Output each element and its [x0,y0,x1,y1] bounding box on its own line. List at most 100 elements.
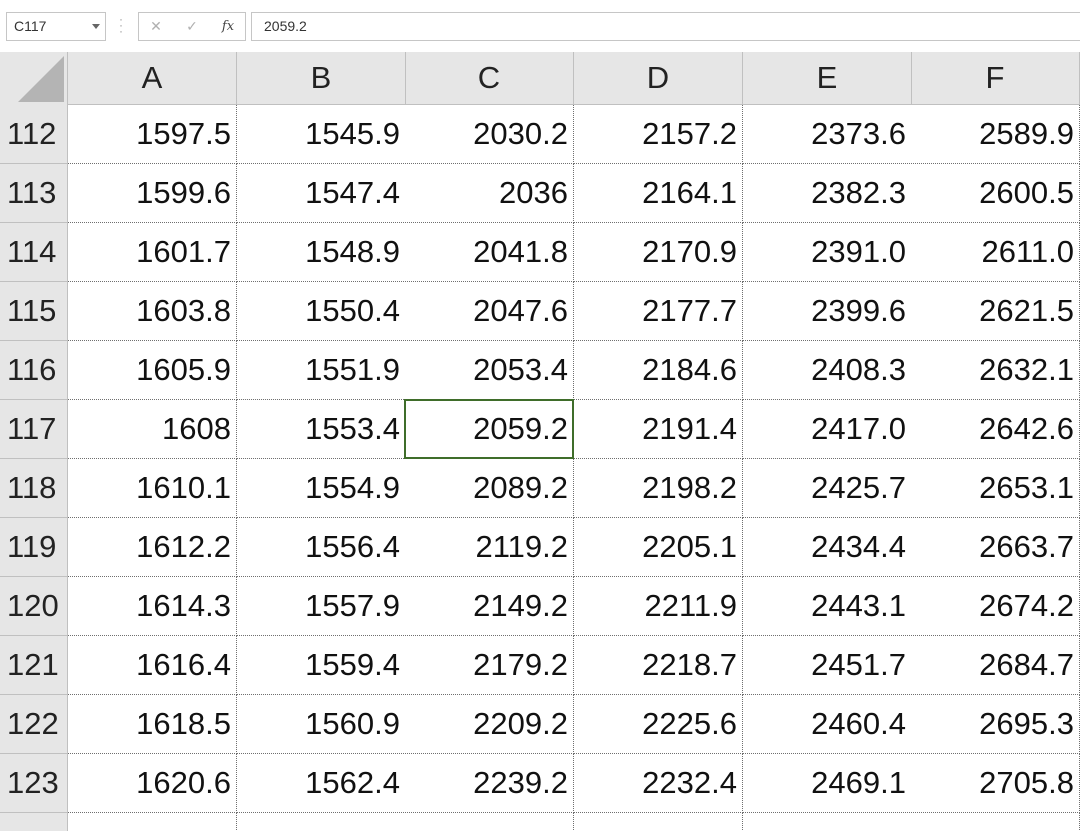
cell-c113[interactable]: 2036 [405,164,574,223]
cell-b113[interactable]: 1547.4 [237,164,406,223]
cell-f123[interactable]: 2705.8 [911,754,1080,813]
cell-e121[interactable]: 2451.7 [743,636,912,695]
close-icon[interactable]: ✕ [139,13,173,40]
cell-b116[interactable]: 1551.9 [237,341,406,400]
cell-c114[interactable]: 2041.8 [405,223,574,282]
cell-d113[interactable]: 2164.1 [574,164,743,223]
cell-b123[interactable]: 1562.4 [237,754,406,813]
cell-c116[interactable]: 2053.4 [405,341,574,400]
cell-e113[interactable]: 2382.3 [743,164,912,223]
cell-d114[interactable]: 2170.9 [574,223,743,282]
cell-a120[interactable]: 1614.3 [68,577,237,636]
cell-e117[interactable]: 2417.0 [743,400,912,459]
row-header-116[interactable]: 116 [0,341,68,400]
cell-d123[interactable]: 2232.4 [574,754,743,813]
row-header-partial[interactable] [0,813,68,831]
cell-f114[interactable]: 2611.0 [911,223,1080,282]
row-header-114[interactable]: 114 [0,223,68,282]
cell-e112[interactable]: 2373.6 [743,105,912,164]
cell-d116[interactable]: 2184.6 [574,341,743,400]
cell-e115[interactable]: 2399.6 [743,282,912,341]
column-header-b[interactable]: B [237,52,406,104]
cell-f119[interactable]: 2663.7 [911,518,1080,577]
cell-a123[interactable]: 1620.6 [68,754,237,813]
cell-c112[interactable]: 2030.2 [405,105,574,164]
cell-c123[interactable]: 2239.2 [405,754,574,813]
check-icon[interactable]: ✓ [175,13,209,40]
cell-d122[interactable]: 2225.6 [574,695,743,754]
cell-partial[interactable] [237,813,406,831]
cell-f115[interactable]: 2621.5 [911,282,1080,341]
cell-e123[interactable]: 2469.1 [743,754,912,813]
row-header-121[interactable]: 121 [0,636,68,695]
row-header-120[interactable]: 120 [0,577,68,636]
cell-d112[interactable]: 2157.2 [574,105,743,164]
cell-a122[interactable]: 1618.5 [68,695,237,754]
column-header-e[interactable]: E [743,52,912,104]
cell-f117[interactable]: 2642.6 [911,400,1080,459]
row-header-118[interactable]: 118 [0,459,68,518]
row-header-123[interactable]: 123 [0,754,68,813]
vertical-dots-icon[interactable]: · · · [118,13,124,37]
cell-b119[interactable]: 1556.4 [237,518,406,577]
cell-partial[interactable] [68,813,237,831]
cell-a114[interactable]: 1601.7 [68,223,237,282]
cell-b117[interactable]: 1553.4 [237,400,406,459]
cell-a118[interactable]: 1610.1 [68,459,237,518]
cell-a116[interactable]: 1605.9 [68,341,237,400]
cell-e114[interactable]: 2391.0 [743,223,912,282]
select-all-button[interactable] [0,52,68,105]
cell-f112[interactable]: 2589.9 [911,105,1080,164]
cell-e118[interactable]: 2425.7 [743,459,912,518]
column-header-d[interactable]: D [574,52,743,104]
cell-partial[interactable] [574,813,743,831]
cell-a115[interactable]: 1603.8 [68,282,237,341]
cell-c120[interactable]: 2149.2 [405,577,574,636]
row-header-113[interactable]: 113 [0,164,68,223]
cell-a119[interactable]: 1612.2 [68,518,237,577]
cell-f118[interactable]: 2653.1 [911,459,1080,518]
formula-input[interactable]: 2059.2 [251,12,1080,41]
cell-d115[interactable]: 2177.7 [574,282,743,341]
cell-f121[interactable]: 2684.7 [911,636,1080,695]
cell-a117[interactable]: 1608 [68,400,237,459]
cell-c115[interactable]: 2047.6 [405,282,574,341]
column-header-a[interactable]: A [68,52,237,104]
cell-c118[interactable]: 2089.2 [405,459,574,518]
column-header-f[interactable]: F [911,52,1080,104]
cell-f116[interactable]: 2632.1 [911,341,1080,400]
cell-b114[interactable]: 1548.9 [237,223,406,282]
fx-icon[interactable]: fx [211,13,245,40]
cell-b121[interactable]: 1559.4 [237,636,406,695]
name-box[interactable]: C117 [6,12,106,41]
row-header-112[interactable]: 112 [0,105,68,164]
row-header-119[interactable]: 119 [0,518,68,577]
cell-b122[interactable]: 1560.9 [237,695,406,754]
cell-c121[interactable]: 2179.2 [405,636,574,695]
chevron-down-icon[interactable] [92,24,100,29]
cell-f120[interactable]: 2674.2 [911,577,1080,636]
cell-c117[interactable]: 2059.2 [405,400,574,459]
cell-b120[interactable]: 1557.9 [237,577,406,636]
cell-a112[interactable]: 1597.5 [68,105,237,164]
column-header-c[interactable]: C [405,52,574,104]
cell-e120[interactable]: 2443.1 [743,577,912,636]
cell-e119[interactable]: 2434.4 [743,518,912,577]
cell-partial[interactable] [743,813,912,831]
cell-d120[interactable]: 2211.9 [574,577,743,636]
row-header-115[interactable]: 115 [0,282,68,341]
cell-e122[interactable]: 2460.4 [743,695,912,754]
cell-b118[interactable]: 1554.9 [237,459,406,518]
cell-a113[interactable]: 1599.6 [68,164,237,223]
cell-a121[interactable]: 1616.4 [68,636,237,695]
cell-f122[interactable]: 2695.3 [911,695,1080,754]
cell-partial[interactable] [405,813,574,831]
row-header-117[interactable]: 117 [0,400,68,459]
row-header-122[interactable]: 122 [0,695,68,754]
cell-d119[interactable]: 2205.1 [574,518,743,577]
cell-e116[interactable]: 2408.3 [743,341,912,400]
cell-b115[interactable]: 1550.4 [237,282,406,341]
cell-partial[interactable] [911,813,1080,831]
cell-d117[interactable]: 2191.4 [574,400,743,459]
cell-b112[interactable]: 1545.9 [237,105,406,164]
